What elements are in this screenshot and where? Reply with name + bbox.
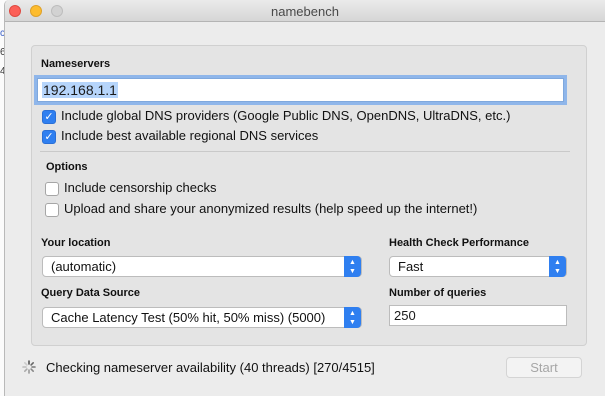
include-regional-checkbox[interactable]: ✓ (42, 130, 56, 144)
num-queries-label: Number of queries (389, 287, 487, 299)
location-select[interactable]: (automatic) ▲ ▼ (42, 256, 362, 277)
num-queries-value: 250 (394, 308, 416, 323)
start-button[interactable]: Start (506, 357, 582, 378)
upload-results-checkbox[interactable] (45, 203, 59, 217)
chevron-updown-icon: ▲ ▼ (344, 307, 361, 328)
censorship-checkbox[interactable] (45, 182, 59, 196)
health-check-select[interactable]: Fast ▲ ▼ (389, 256, 567, 277)
nameserver-input-value: 192.168.1.1 (42, 82, 118, 98)
chevron-updown-icon: ▲ ▼ (549, 256, 566, 277)
loading-spinner-icon (22, 360, 36, 374)
nameservers-heading: Nameservers (41, 58, 111, 70)
location-select-value: (automatic) (51, 259, 117, 274)
nameserver-input[interactable]: 192.168.1.1 (37, 78, 564, 102)
include-global-checkbox[interactable]: ✓ (42, 110, 56, 124)
query-source-select[interactable]: Cache Latency Test (50% hit, 50% miss) (… (42, 307, 362, 328)
health-check-label: Health Check Performance (389, 237, 529, 249)
query-source-label: Query Data Source (41, 287, 141, 299)
include-regional-label: Include best available regional DNS serv… (61, 128, 319, 143)
location-label: Your location (41, 237, 111, 249)
title-bar[interactable]: namebench (5, 0, 605, 22)
status-text: Checking nameserver availability (40 thr… (46, 360, 375, 375)
include-global-label: Include global DNS providers (Google Pub… (61, 108, 511, 123)
censorship-label: Include censorship checks (64, 180, 217, 195)
query-source-select-value: Cache Latency Test (50% hit, 50% miss) (… (51, 310, 326, 325)
chevron-updown-icon: ▲ ▼ (344, 256, 361, 277)
upload-results-label: Upload and share your anonymized results… (64, 201, 478, 216)
num-queries-input[interactable]: 250 (389, 305, 567, 326)
health-check-select-value: Fast (398, 259, 424, 274)
options-heading: Options (46, 161, 88, 173)
section-divider (40, 151, 570, 152)
window-title: namebench (271, 4, 339, 19)
